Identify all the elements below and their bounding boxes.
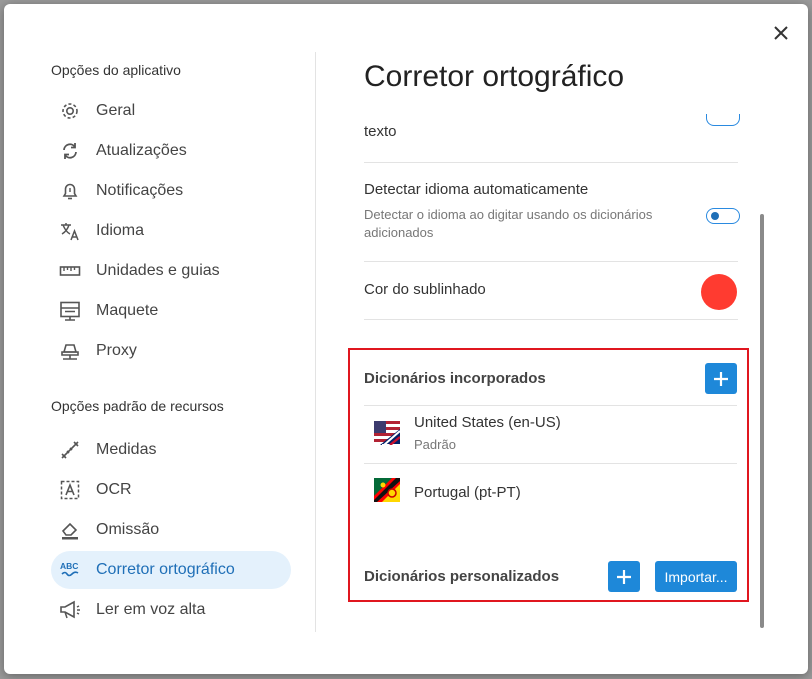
- dictionary-name: Portugal (pt-PT): [414, 484, 521, 501]
- plus-icon: [714, 371, 728, 386]
- underline-color-swatch[interactable]: [701, 274, 737, 310]
- dictionary-default-label: Padrão: [414, 437, 456, 452]
- dictionaries-highlight: Dicionários incorporados United States (…: [348, 348, 749, 602]
- measure-icon: [59, 439, 81, 461]
- import-dictionary-button[interactable]: Importar...: [655, 561, 737, 592]
- sidebar-item-omissao[interactable]: Omissão: [51, 511, 291, 549]
- sidebar-item-label: Medidas: [96, 441, 157, 458]
- divider: [364, 319, 738, 320]
- auto-detect-description-2: adicionados: [364, 225, 434, 240]
- section-title-app: Opções do aplicativo: [51, 62, 181, 78]
- sidebar-item-notificacoes[interactable]: Notificações: [51, 172, 291, 210]
- bell-icon: [59, 180, 81, 202]
- translate-icon: [59, 220, 81, 242]
- sidebar: Opções do aplicativo Geral Atualizações …: [51, 54, 291, 634]
- divider: [364, 162, 738, 163]
- sidebar-item-medidas[interactable]: Medidas: [51, 431, 291, 469]
- close-button[interactable]: [770, 22, 792, 44]
- sidebar-divider: [315, 52, 316, 632]
- dictionary-item-en-us[interactable]: United States (en-US) Padrão: [364, 406, 737, 462]
- section-title-resources: Opções padrão de recursos: [51, 398, 224, 414]
- auto-detect-toggle[interactable]: [706, 208, 740, 224]
- sidebar-item-label: Corretor ortográfico: [96, 561, 235, 578]
- sidebar-item-label: OCR: [96, 481, 132, 498]
- dictionary-name: United States (en-US): [414, 414, 561, 431]
- partial-toggle[interactable]: [706, 114, 740, 126]
- page-title: Corretor ortográfico: [364, 60, 625, 93]
- gear-icon: [59, 100, 81, 122]
- dictionary-item-pt-pt[interactable]: Portugal (pt-PT): [364, 464, 737, 516]
- underline-color-label: Cor do sublinhado: [364, 281, 486, 298]
- sidebar-item-unidades[interactable]: Unidades e guias: [51, 252, 291, 290]
- sidebar-item-atualizacoes[interactable]: Atualizações: [51, 132, 291, 170]
- sidebar-item-label: Notificações: [96, 182, 184, 199]
- megaphone-icon: [59, 599, 81, 621]
- spellcheck-icon: ABC: [59, 559, 81, 581]
- sidebar-item-ocr[interactable]: OCR: [51, 471, 291, 509]
- us-uk-flag: [374, 421, 400, 445]
- sidebar-item-label: Geral: [96, 102, 136, 119]
- custom-dictionaries-title: Dicionários personalizados: [364, 568, 560, 585]
- auto-detect-label: Detectar idioma automaticamente: [364, 181, 589, 198]
- sidebar-item-label: Unidades e guias: [96, 262, 220, 279]
- scrollbar[interactable]: [760, 214, 764, 628]
- preferences-dialog: Opções do aplicativo Geral Atualizações …: [4, 4, 808, 674]
- sidebar-item-label: Idioma: [96, 222, 145, 239]
- sidebar-item-proxy[interactable]: Proxy: [51, 332, 291, 370]
- plus-icon: [617, 569, 631, 584]
- sidebar-item-label: Maquete: [96, 302, 159, 319]
- network-icon: [59, 340, 81, 362]
- setting-label-partial: texto: [364, 123, 397, 140]
- portugal-flag: [374, 478, 400, 502]
- sidebar-item-label: Omissão: [96, 521, 160, 538]
- add-custom-dictionary-button[interactable]: [608, 561, 640, 592]
- builtin-dictionaries-title: Dicionários incorporados: [364, 370, 546, 387]
- auto-detect-description: Detectar o idioma ao digitar usando os d…: [364, 207, 653, 222]
- sidebar-item-maquete[interactable]: Maquete: [51, 292, 291, 330]
- sidebar-item-label: Proxy: [96, 342, 137, 359]
- toggle-knob: [711, 212, 719, 220]
- sidebar-item-idioma[interactable]: Idioma: [51, 212, 291, 250]
- svg-text:ABC: ABC: [60, 561, 78, 571]
- sidebar-item-ler-voz[interactable]: Ler em voz alta: [51, 591, 291, 629]
- sidebar-item-label: Ler em voz alta: [96, 601, 206, 618]
- add-builtin-dictionary-button[interactable]: [705, 363, 737, 394]
- ruler-icon: [59, 260, 81, 282]
- sidebar-item-label: Atualizações: [96, 142, 187, 159]
- sync-icon: [59, 140, 81, 162]
- sidebar-item-corretor[interactable]: ABC Corretor ortográfico: [51, 551, 291, 589]
- sidebar-item-geral[interactable]: Geral: [51, 92, 291, 130]
- layout-icon: [59, 300, 81, 322]
- ocr-icon: [59, 479, 81, 501]
- close-icon: [774, 26, 788, 40]
- eraser-icon: [59, 519, 81, 541]
- divider: [364, 261, 738, 262]
